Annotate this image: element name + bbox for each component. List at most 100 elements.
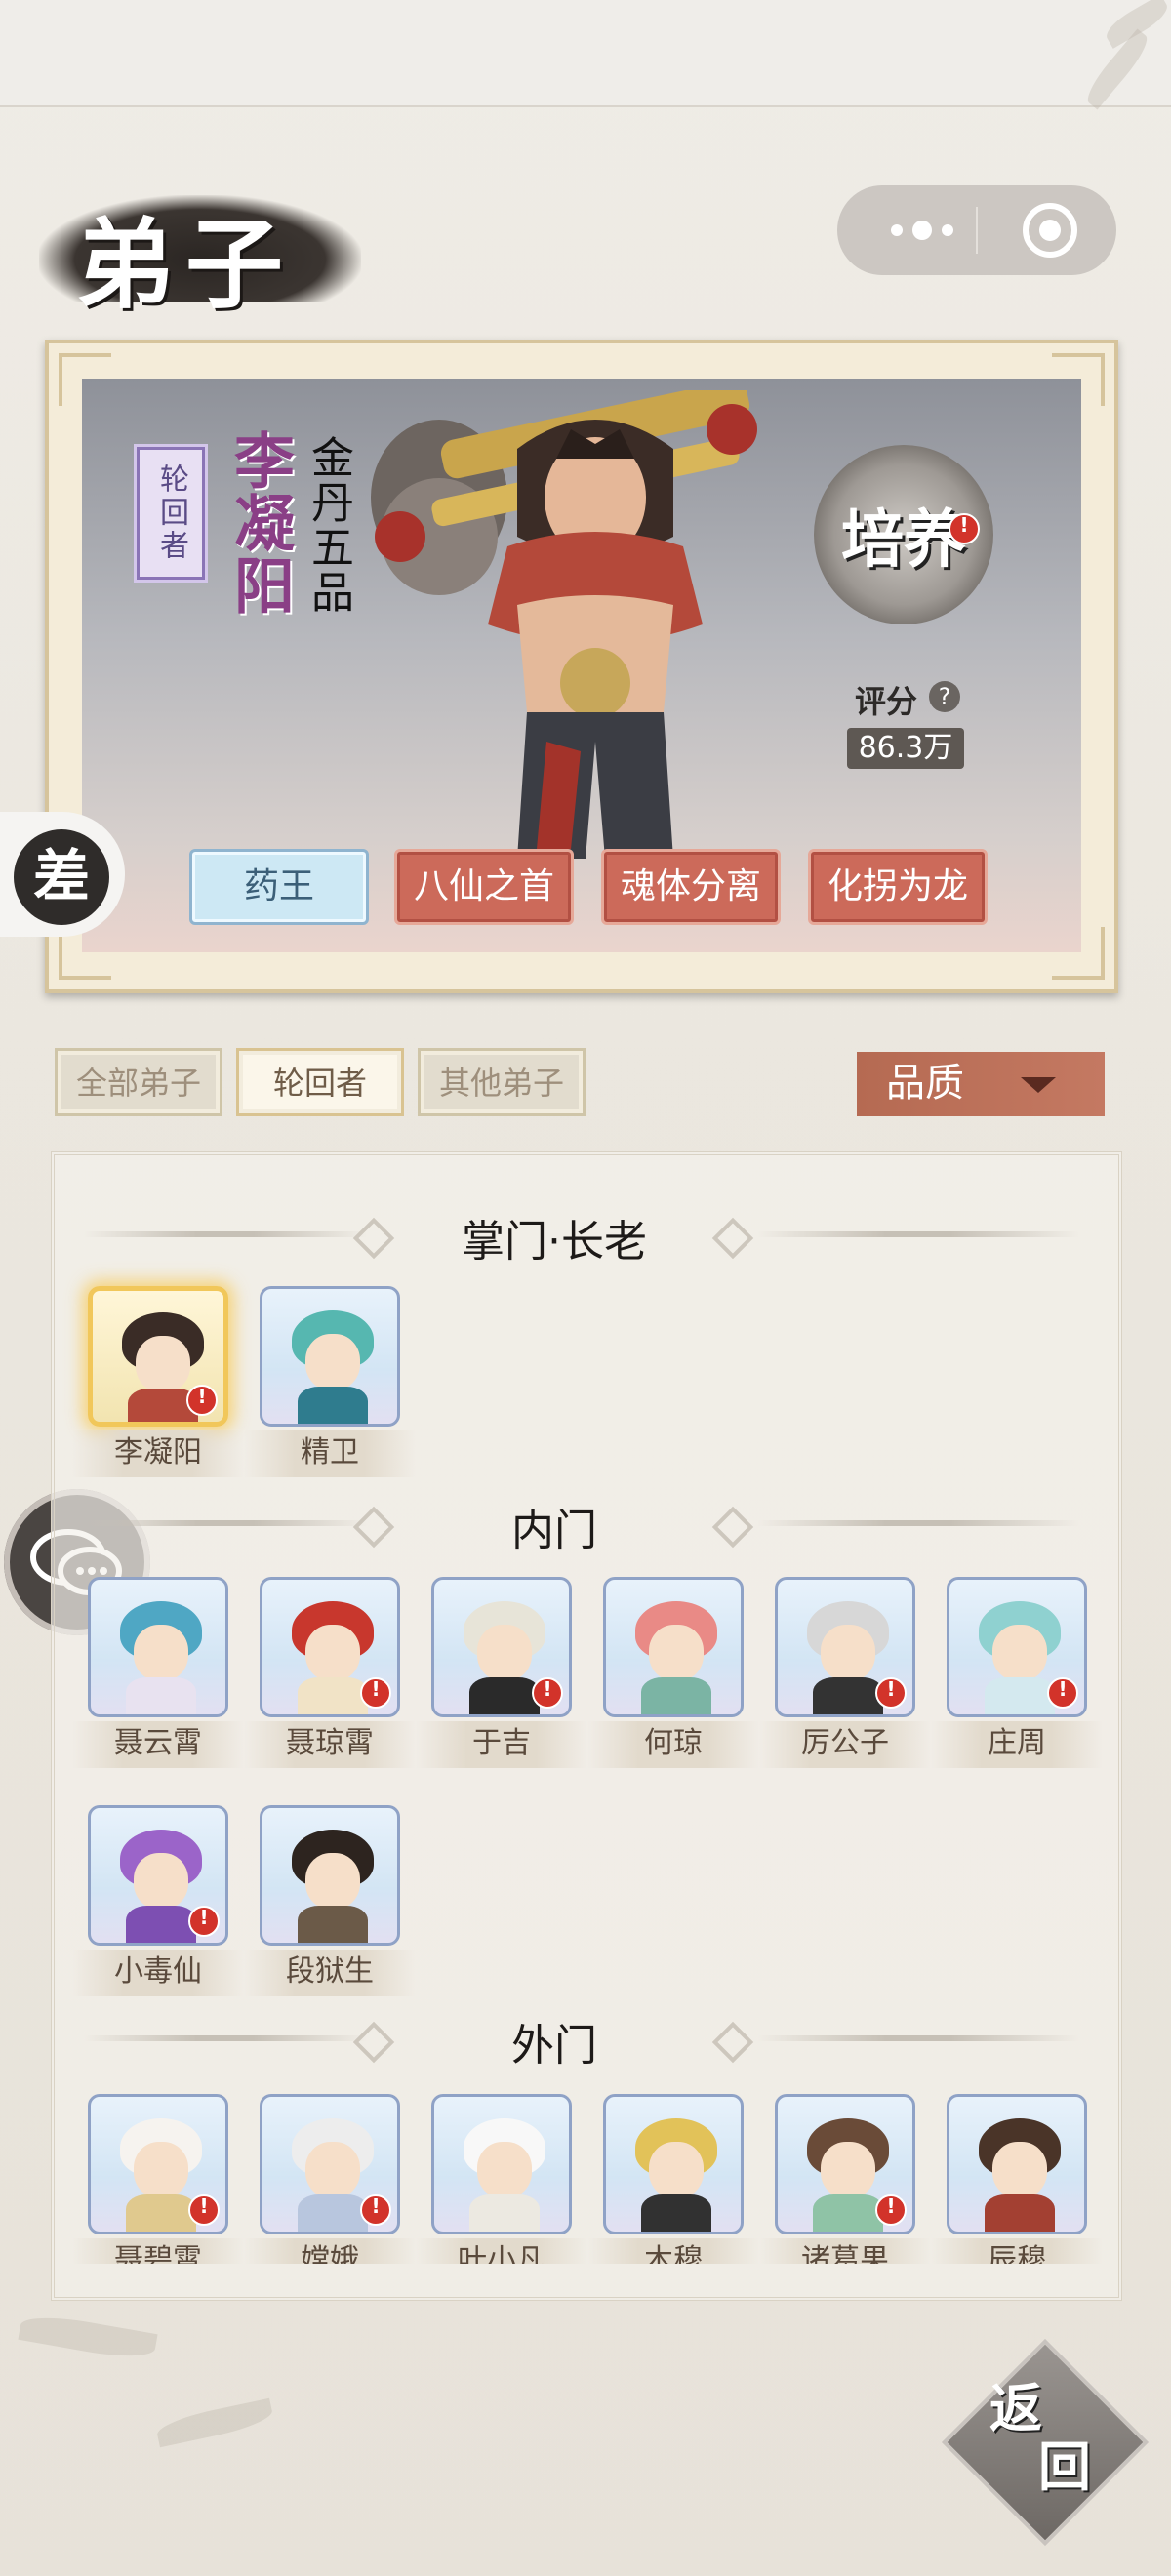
disciple-name: 厉公子 <box>759 1721 931 1768</box>
return-label-char2: 回 <box>1038 2435 1091 2498</box>
filter-tab-others[interactable]: 其他弟子 <box>418 1048 586 1116</box>
disciple-card[interactable] <box>88 1577 228 1717</box>
alert-icon <box>188 2194 220 2226</box>
return-label-char1: 返 <box>989 2377 1042 2439</box>
bamboo-leaf-decor <box>154 2397 275 2448</box>
filter-tab-all[interactable]: 全部弟子 <box>55 1048 222 1116</box>
hero-character-art[interactable] <box>322 390 868 859</box>
disciple-card[interactable] <box>603 1577 744 1717</box>
portrait-face <box>305 2142 360 2198</box>
section-title: 外门 <box>511 2021 597 2071</box>
alert-icon <box>360 2194 391 2226</box>
portrait-face <box>821 2142 875 2198</box>
disciple-name: 辰穆 <box>931 2238 1103 2264</box>
portrait-face <box>134 1853 188 1910</box>
portrait-face <box>992 2142 1047 2198</box>
difference-button[interactable]: 差 <box>14 829 109 925</box>
disciple-name: 于吉 <box>416 1721 587 1768</box>
trait-tag[interactable]: 化拐为龙 <box>808 849 988 925</box>
portrait-body <box>641 1677 711 1714</box>
portrait-body <box>298 2194 368 2232</box>
hero-name: 李凝阳 <box>223 429 295 617</box>
portrait-face <box>305 1853 360 1910</box>
portrait-face <box>649 1625 704 1681</box>
close-target-icon[interactable] <box>1023 203 1077 258</box>
disciple-card[interactable] <box>260 1577 400 1717</box>
disciple-card[interactable] <box>603 2094 744 2234</box>
disciple-card[interactable] <box>260 2094 400 2234</box>
disciple-card[interactable] <box>88 2094 228 2234</box>
disciple-name: 叶小凡 <box>416 2238 587 2264</box>
score-label: 评分 <box>855 683 918 720</box>
portrait-body <box>298 1906 368 1943</box>
portrait-face <box>649 2142 704 2198</box>
sort-quality-button[interactable]: 品质 <box>857 1052 1105 1116</box>
portrait-body <box>469 1677 540 1714</box>
section-title: 掌门·长老 <box>462 1217 647 1267</box>
disciple-name: 精卫 <box>244 1430 416 1477</box>
portrait-body <box>298 1677 368 1714</box>
reincarnation-badge: 轮回者 <box>134 444 208 583</box>
return-label: 返 回 <box>976 2375 1112 2512</box>
disciple-name: 诸葛果 <box>759 2238 931 2264</box>
disciple-card[interactable] <box>775 2094 915 2234</box>
portrait-face <box>305 1334 360 1390</box>
disciple-card[interactable] <box>775 1577 915 1717</box>
disciple-name: 小毒仙 <box>72 1950 244 1996</box>
bamboo-leaf-decor <box>18 2311 158 2363</box>
more-icon[interactable] <box>868 195 976 265</box>
alert-icon <box>875 2194 907 2226</box>
portrait-face <box>992 1625 1047 1681</box>
disciple-name: 段狱生 <box>244 1950 416 1996</box>
cultivate-label: 培养 <box>841 503 966 577</box>
portrait-body <box>985 1677 1055 1714</box>
disciple-name: 聂云霄 <box>72 1721 244 1768</box>
filter-tab-reincarnated[interactable]: 轮回者 <box>236 1048 404 1116</box>
section-divider <box>84 2035 367 2041</box>
hero-rank: 金丹五品 <box>303 435 353 615</box>
trait-tag[interactable]: 药王 <box>189 849 369 925</box>
alert-icon <box>360 1677 391 1709</box>
alert-icon <box>949 513 980 544</box>
portrait-body <box>126 1906 196 1943</box>
portrait-body <box>126 2194 196 2232</box>
top-status-area <box>0 0 1171 107</box>
capsule-divider <box>976 207 978 254</box>
portrait-body <box>298 1387 368 1424</box>
section-divider <box>757 2035 1079 2041</box>
disciple-name: 聂碧霄 <box>72 2238 244 2264</box>
section-divider <box>84 1520 367 1526</box>
help-icon[interactable]: ? <box>929 681 960 712</box>
portrait-face <box>305 1625 360 1681</box>
disciple-card[interactable] <box>431 2094 572 2234</box>
trait-tag[interactable]: 八仙之首 <box>394 849 574 925</box>
disciple-card[interactable] <box>431 1577 572 1717</box>
section-title: 内门 <box>511 1506 597 1555</box>
portrait-face <box>821 1625 875 1681</box>
portrait-body <box>469 2194 540 2232</box>
disciple-name: 木穆 <box>587 2238 759 2264</box>
disciple-name: 庄周 <box>931 1721 1103 1768</box>
alert-icon <box>188 1906 220 1937</box>
disciple-card[interactable] <box>947 2094 1087 2234</box>
disciple-card[interactable] <box>260 1805 400 1946</box>
chevron-down-icon <box>1021 1077 1056 1093</box>
section-divider <box>84 1231 367 1237</box>
portrait-face <box>134 2142 188 2198</box>
page-title: 弟子 <box>76 207 295 322</box>
trait-tag[interactable]: 魂体分离 <box>601 849 781 925</box>
alert-icon <box>875 1677 907 1709</box>
section-divider <box>757 1520 1079 1526</box>
portrait-body <box>126 1677 196 1714</box>
disciple-card[interactable] <box>947 1577 1087 1717</box>
disciple-name: 李凝阳 <box>72 1430 244 1477</box>
portrait-face <box>477 1625 532 1681</box>
disciple-card[interactable] <box>88 1286 228 1427</box>
cultivate-button[interactable]: 培养 <box>814 445 993 624</box>
disciple-card[interactable] <box>260 1286 400 1427</box>
portrait-face <box>136 1336 190 1392</box>
score-value: 86.3万 <box>847 728 964 769</box>
portrait-face <box>477 2142 532 2198</box>
portrait-body <box>813 1677 883 1714</box>
disciple-card[interactable] <box>88 1805 228 1946</box>
